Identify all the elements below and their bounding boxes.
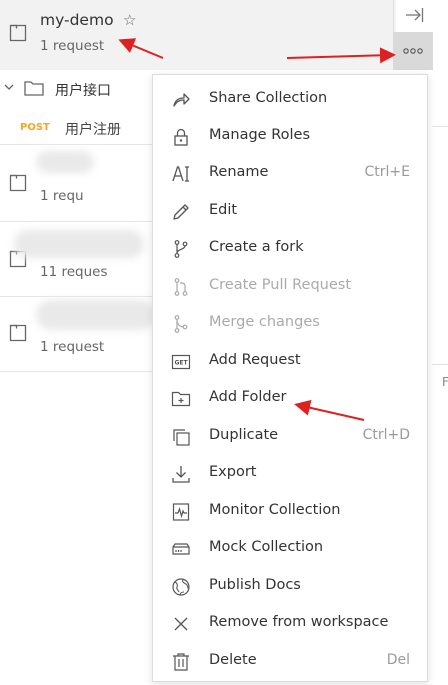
rename-icon [172,166,189,182]
redacted-name [36,151,94,173]
menu-item-monitor-collection[interactable]: Monitor Collection [153,493,427,530]
menu-item-label: Share Collection [209,90,328,106]
globe-icon [172,578,190,596]
menu-item-remove-from-workspace[interactable]: Remove from workspace [153,605,427,642]
divider [432,126,448,127]
folder-icon [24,81,44,96]
star-icon[interactable]: ☆ [123,11,136,29]
menu-item-shortcut: Ctrl+E [364,164,411,180]
menu-item-label: Publish Docs [209,577,301,593]
collection-request-count: 1 request [40,339,105,355]
menu-item-label: Delete [209,652,257,668]
menu-item-duplicate[interactable]: Duplicate Ctrl+D [153,418,427,455]
menu-item-label: Export [209,464,257,480]
menu-item-publish-docs[interactable]: Publish Docs [153,568,427,605]
menu-item-label: Monitor Collection [209,502,341,518]
svg-text:GET: GET [174,360,188,367]
method-badge: POST [20,122,50,133]
collection-icon [9,24,27,42]
more-actions-button[interactable] [393,32,433,70]
divider [432,364,448,365]
collection-icon [9,174,27,192]
collection-context-menu: Share Collection Manage Roles Rename Ctr… [152,74,428,682]
menu-item-share-collection[interactable]: Share Collection [153,81,427,118]
collection-name[interactable]: my-demo [40,11,114,29]
menu-item-label: Manage Roles [209,127,311,143]
close-icon [174,617,188,631]
collection-my-demo[interactable]: my-demo ☆ 1 request [0,0,396,70]
menu-item-label: Rename [209,164,269,180]
folder-plus-icon [171,391,191,407]
request-name: 用户注册 [65,122,121,138]
folder-row[interactable]: 用户接口 [0,72,160,106]
menu-item-manage-roles[interactable]: Manage Roles [153,118,427,155]
ellipsis-icon [403,48,423,54]
menu-item-label: Add Folder [209,389,287,405]
redacted-name [14,230,144,258]
menu-item-label: Add Request [209,352,301,368]
get-request-icon: GET [171,354,191,370]
trash-icon [173,653,189,671]
redacted-name [36,300,156,330]
share-icon [173,93,190,107]
menu-item-export[interactable]: Export [153,455,427,492]
menu-item-label: Duplicate [209,427,279,443]
request-row[interactable]: POST 用户注册 [0,110,160,145]
menu-item-mock-collection[interactable]: Mock Collection [153,530,427,567]
merge-icon [174,315,188,333]
menu-item-shortcut: Ctrl+D [362,427,410,443]
collection-request-count: 1 requ [40,188,84,204]
menu-item-label: Remove from workspace [209,614,389,630]
menu-item-merge-changes[interactable]: Merge changes [153,305,427,342]
menu-item-add-request[interactable]: GET Add Request [153,343,427,380]
mock-server-icon [172,543,190,555]
right-panel-text: F [442,375,448,389]
monitor-icon [172,503,190,521]
pull-request-icon [174,278,188,296]
menu-item-label: Create Pull Request [209,277,352,293]
collapse-sidebar-button[interactable] [393,0,434,32]
menu-item-label: Create a fork [209,239,304,255]
collection-request-count: 1 request [40,38,105,54]
export-icon [172,466,190,483]
menu-item-add-folder[interactable]: Add Folder [153,380,427,417]
collection-request-count: 11 reques [40,264,108,280]
collection-icon [9,324,27,342]
menu-item-create-fork[interactable]: Create a fork [153,230,427,267]
menu-item-label: Edit [209,202,238,218]
menu-item-create-pull-request[interactable]: Create Pull Request [153,268,427,305]
pencil-icon [173,204,189,220]
chevron-down-icon[interactable] [3,81,15,93]
menu-item-shortcut: Del [386,652,410,668]
menu-item-label: Merge changes [209,314,320,330]
fork-icon [174,240,188,258]
menu-item-rename[interactable]: Rename Ctrl+E [153,155,427,192]
lock-icon [174,128,188,146]
collapse-arrow-icon [406,8,424,22]
menu-item-label: Mock Collection [209,539,324,555]
menu-item-delete[interactable]: Delete Del [153,643,427,680]
duplicate-icon [173,429,190,446]
folder-name: 用户接口 [55,83,111,99]
menu-item-edit[interactable]: Edit [153,193,427,230]
